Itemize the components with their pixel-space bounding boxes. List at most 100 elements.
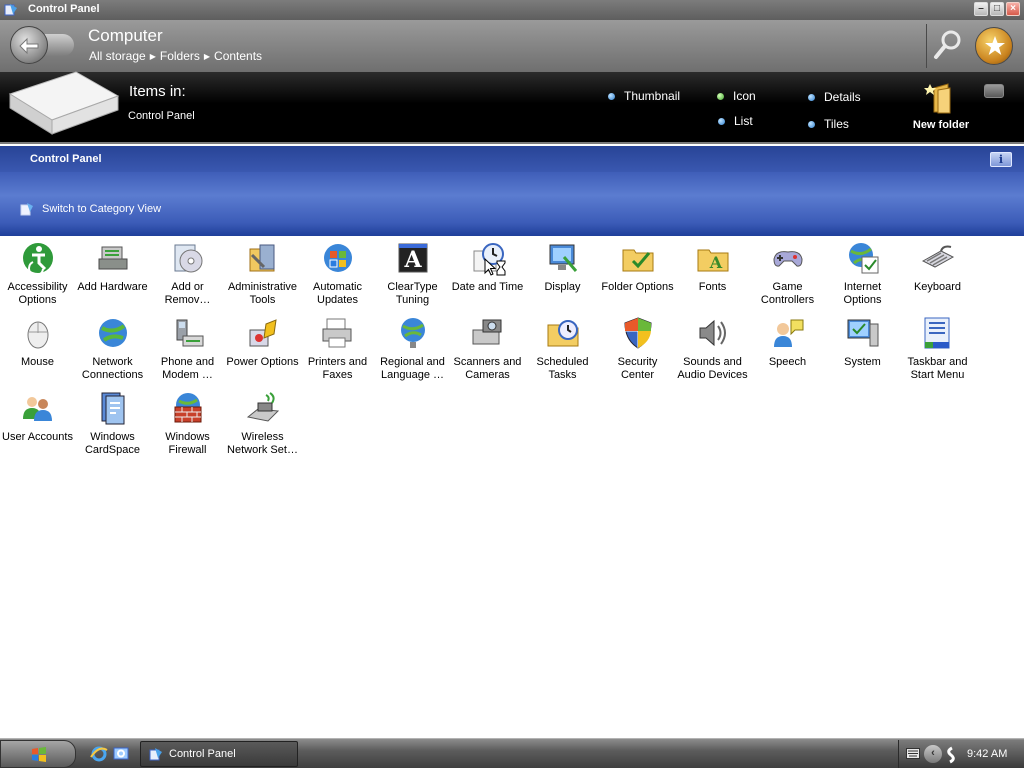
display-icon bbox=[549, 244, 577, 272]
cp-item-label-line1: System bbox=[844, 356, 881, 368]
cp-item-label-line1: Game bbox=[772, 281, 803, 293]
start-button[interactable] bbox=[0, 740, 76, 768]
cp-item-label-line1: Wireless bbox=[241, 431, 284, 443]
new-folder-button[interactable]: New folder bbox=[905, 82, 977, 131]
cp-item-label: Date and Time bbox=[450, 281, 525, 294]
cp-item-label-line1: Folder Options bbox=[601, 281, 674, 293]
taskbar-button-control-panel[interactable]: Control Panel bbox=[140, 741, 298, 767]
cp-item-fonts[interactable]: A Fonts bbox=[675, 238, 750, 294]
cp-item-label-line2: Tuning bbox=[395, 294, 430, 306]
administrative-tools-icon bbox=[249, 244, 274, 272]
cp-item-cleartype[interactable]: A ClearType Tuning bbox=[375, 238, 450, 307]
control-panel-icon bbox=[4, 4, 17, 16]
switch-to-category-view-link[interactable]: Switch to Category View bbox=[20, 202, 161, 216]
view-thumbnail[interactable]: Thumbnail bbox=[608, 89, 680, 103]
cp-item-label-line1: Windows bbox=[90, 431, 135, 443]
keyboard-layout-icon[interactable] bbox=[906, 748, 920, 759]
cp-item-label-line2: Updates bbox=[317, 294, 358, 306]
cp-item-label-line2: Remov… bbox=[164, 294, 211, 306]
cleartype-icon: A bbox=[398, 243, 427, 273]
cp-item-mouse[interactable]: Mouse bbox=[0, 313, 75, 369]
info-button[interactable]: i bbox=[990, 152, 1012, 167]
cp-item-label: Internet Options bbox=[825, 281, 900, 307]
view-details[interactable]: Details bbox=[808, 90, 861, 104]
cp-item-label: Power Options bbox=[225, 356, 300, 369]
cp-item-label: Security Center bbox=[600, 356, 675, 382]
maximize-button[interactable]: □ bbox=[990, 2, 1004, 16]
cp-item-label-line2: Start Menu bbox=[910, 369, 965, 381]
cp-item-label: Fonts bbox=[675, 281, 750, 294]
cp-item-system[interactable]: System bbox=[825, 313, 900, 369]
cp-item-taskbar-start-menu[interactable]: Taskbar and Start Menu bbox=[900, 313, 975, 382]
cp-item-label-line2: Audio Devices bbox=[677, 369, 748, 381]
cp-item-label: Automatic Updates bbox=[300, 281, 375, 307]
security-center-icon bbox=[623, 317, 652, 349]
cp-item-sounds-audio[interactable]: Sounds and Audio Devices bbox=[675, 313, 750, 382]
cp-item-regional-language[interactable]: Regional and Language … bbox=[375, 313, 450, 382]
favorites-button[interactable] bbox=[975, 27, 1013, 65]
control-panel-items: Accessibility Options Add Hardware Add or Re… bbox=[0, 238, 1024, 738]
cp-item-label-line1: Scheduled bbox=[536, 356, 589, 368]
cp-item-label: Folder Options bbox=[600, 281, 675, 294]
cp-item-power-options[interactable]: Power Options bbox=[225, 313, 300, 369]
cp-item-label-line1: Taskbar and bbox=[907, 356, 968, 368]
control-panel-small-icon bbox=[20, 203, 33, 216]
cp-item-automatic-updates[interactable]: Automatic Updates bbox=[300, 238, 375, 307]
items-in-label: Items in: bbox=[129, 83, 186, 100]
cp-item-add-remove-programs[interactable]: Add or Remov… bbox=[150, 238, 225, 307]
back-button[interactable] bbox=[10, 26, 48, 64]
cp-item-network-connections[interactable]: Network Connections bbox=[75, 313, 150, 382]
cp-item-security-center[interactable]: Security Center bbox=[600, 313, 675, 382]
cp-item-internet-options[interactable]: Internet Options bbox=[825, 238, 900, 307]
control-panel-icon bbox=[149, 748, 162, 761]
info-toggle-button[interactable] bbox=[984, 84, 1004, 98]
cp-item-display[interactable]: Display bbox=[525, 238, 600, 294]
storage-box-icon bbox=[8, 71, 120, 135]
cp-item-label-line1: Administrative bbox=[227, 281, 298, 293]
cp-item-scheduled-tasks[interactable]: Scheduled Tasks bbox=[525, 313, 600, 382]
minimize-button[interactable]: – bbox=[974, 2, 988, 16]
cp-item-speech[interactable]: Speech bbox=[750, 313, 825, 369]
cp-item-label-line1: Power Options bbox=[226, 356, 299, 368]
cp-item-accessibility[interactable]: Accessibility Options bbox=[0, 238, 75, 307]
cp-item-wireless-network[interactable]: Wireless Network Set… bbox=[225, 388, 300, 457]
cp-item-scanners-cameras[interactable]: Scanners and Cameras bbox=[450, 313, 525, 382]
cp-item-cardspace[interactable]: Windows CardSpace bbox=[75, 388, 150, 457]
task-pane-header: Control Panel i Switch to Category View bbox=[0, 146, 1024, 236]
folder-options-icon bbox=[622, 249, 653, 272]
search-button[interactable] bbox=[932, 28, 964, 62]
view-tiles[interactable]: Tiles bbox=[808, 117, 849, 131]
view-icon[interactable]: Icon bbox=[717, 89, 756, 103]
cp-item-label-line1: Printers and bbox=[307, 356, 368, 368]
cp-item-user-accounts[interactable]: User Accounts bbox=[0, 388, 75, 444]
cardspace-icon bbox=[101, 392, 124, 425]
back-arrow-icon bbox=[19, 37, 39, 55]
breadcrumb-folders[interactable]: Folders bbox=[160, 49, 200, 63]
view-list[interactable]: List bbox=[718, 114, 753, 128]
header-strip bbox=[0, 146, 1024, 172]
cp-item-keyboard[interactable]: Keyboard bbox=[900, 238, 975, 294]
cp-item-folder-options[interactable]: Folder Options bbox=[600, 238, 675, 294]
cp-item-label: Game Controllers bbox=[750, 281, 825, 307]
internet-explorer-icon[interactable] bbox=[90, 745, 108, 763]
expand-tray-button[interactable]: ‹ bbox=[924, 745, 942, 763]
add-hardware-icon bbox=[98, 246, 127, 270]
show-desktop-icon[interactable] bbox=[112, 745, 130, 763]
cp-item-label-line1: Network bbox=[92, 356, 133, 368]
search-icon bbox=[934, 30, 961, 59]
cp-item-game-controllers[interactable]: Game Controllers bbox=[750, 238, 825, 307]
breadcrumb-contents[interactable]: Contents bbox=[214, 49, 262, 63]
cp-item-label-line1: User Accounts bbox=[2, 431, 73, 443]
volume-icon[interactable] bbox=[945, 746, 959, 764]
cp-item-printers-faxes[interactable]: Printers and Faxes bbox=[300, 313, 375, 382]
cp-item-phone-modem[interactable]: Phone and Modem … bbox=[150, 313, 225, 382]
breadcrumb-all-storage[interactable]: All storage bbox=[89, 49, 146, 63]
cp-item-label-line2: Options bbox=[18, 294, 57, 306]
cp-item-add-hardware[interactable]: Add Hardware bbox=[75, 238, 150, 294]
close-button[interactable]: × bbox=[1006, 2, 1020, 16]
cp-item-label: Taskbar and Start Menu bbox=[900, 356, 975, 382]
accessibility-icon bbox=[22, 243, 53, 275]
cp-item-firewall[interactable]: Windows Firewall bbox=[150, 388, 225, 457]
cp-item-administrative-tools[interactable]: Administrative Tools bbox=[225, 238, 300, 307]
cp-item-label: Regional and Language … bbox=[375, 356, 450, 382]
